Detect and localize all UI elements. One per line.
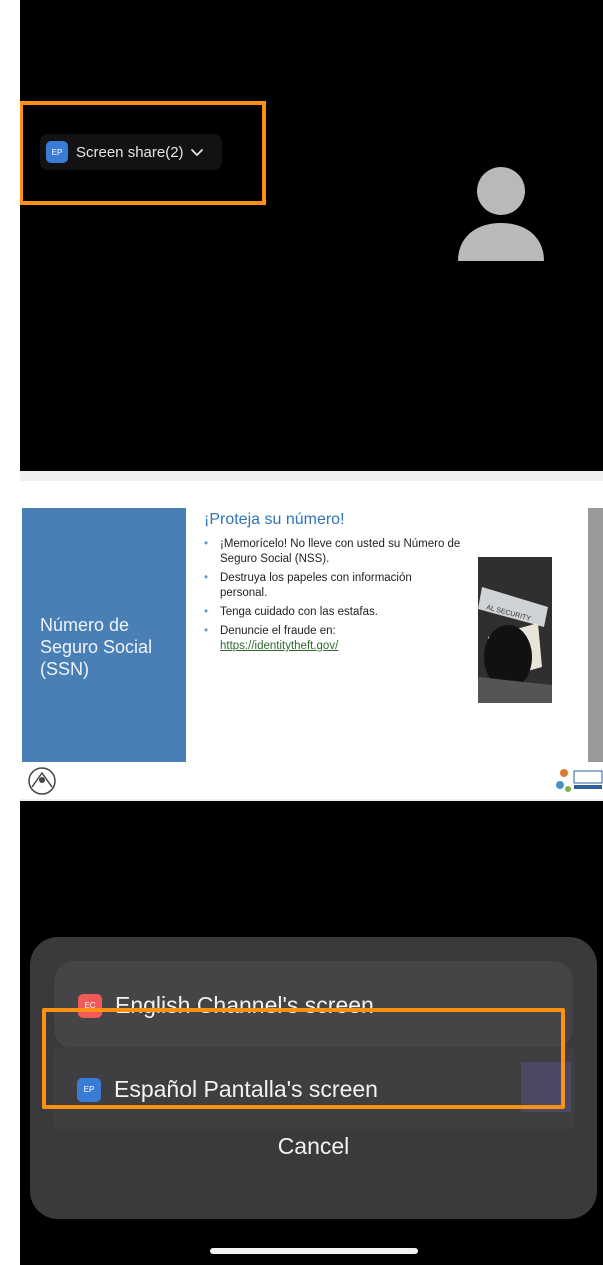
social-security-card-photo: AL SECURITY: [478, 557, 552, 703]
slide-scrollbar: [588, 508, 603, 762]
shared-slide: Número de Seguro Social (SSN) ¡Proteja s…: [20, 471, 603, 801]
highlight-box-top: [20, 101, 266, 205]
slide-bullet: ¡Memorícelo! No lleve con usted su Númer…: [202, 537, 462, 567]
slide-link: https://identitytheft.gov/: [220, 640, 339, 652]
health-seal-logo: [28, 767, 56, 795]
phone-screen: EP Screen share(2) Número de Seguro Soci…: [20, 0, 603, 1265]
slide-bullet: Tenga cuidado con las estafas.: [202, 605, 462, 620]
slide-canvas: Número de Seguro Social (SSN) ¡Proteja s…: [20, 481, 603, 799]
slide-bullet: Denuncie el fraude en: https://identityt…: [202, 624, 462, 654]
slide-panel-title: Número de Seguro Social (SSN): [40, 615, 153, 679]
slide-bullet: Destruya los papeles con información per…: [202, 571, 462, 601]
slide-title: ¡Proteja su número!: [204, 511, 345, 528]
share-selection-sheet: EC English Channel's screen EP Español P…: [30, 937, 597, 1219]
slide-bullet-list: ¡Memorícelo! No lleve con usted su Númer…: [202, 537, 462, 658]
partner-logo: [556, 769, 603, 792]
slide-bullet-text: Denuncie el fraude en:: [220, 625, 336, 637]
cancel-button[interactable]: Cancel: [30, 1133, 597, 1160]
slide-side-panel: Número de Seguro Social (SSN): [22, 508, 186, 762]
home-indicator[interactable]: [210, 1248, 418, 1254]
participant-avatar-icon: [458, 167, 544, 261]
highlight-box-bottom: [42, 1008, 565, 1109]
